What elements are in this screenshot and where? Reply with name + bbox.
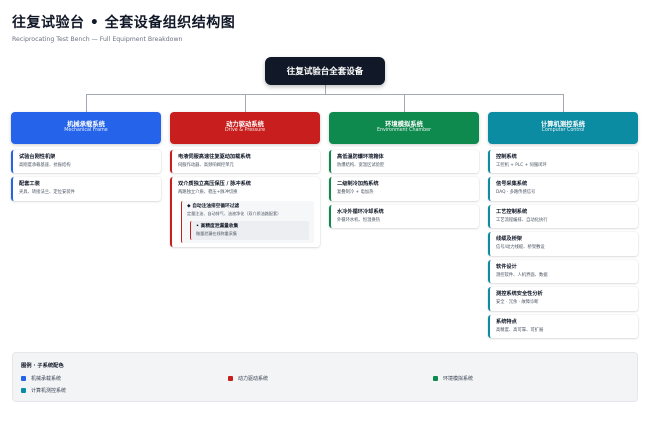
header-power-en: Drive & Pressure xyxy=(224,128,266,134)
column-computer: 控制系统 工控机 + PLC + 伺服闭环 信号采集系统 DAQ · 多路传感信… xyxy=(488,150,638,342)
column-mechanical: 试验台刚性机架 高刚度承载基座、抗振结构 配套工装 夹具、转接法兰、定位安装件 xyxy=(11,150,161,205)
card-signal-acquisition: 信号采集系统 DAQ · 多路传感信号 xyxy=(488,177,638,201)
card-desc: 信号/动力线缆、桥架敷设 xyxy=(496,245,545,251)
card-desc: 复叠制冷 + 电加热 xyxy=(337,190,374,196)
card-title: 软件设计 xyxy=(496,263,517,270)
card-cables: 线缆及桥架 信号/动力线缆、桥架敷设 xyxy=(488,232,638,256)
card-water-cooling: 水冷外循环冷却系统 外循环水机、恒温换热 xyxy=(329,204,479,229)
legend-label: 机械承载系统 xyxy=(31,376,62,382)
card-title: 工艺控制系统 xyxy=(496,208,528,215)
card-desc: 伺服作动器、高频响阀控单元 xyxy=(178,163,234,169)
card-features: 系统特点 高精度、高可靠、可扩展 xyxy=(488,314,638,339)
card-title: 信号采集系统 xyxy=(496,181,528,188)
branch-mechanical xyxy=(86,94,87,112)
header-mechanical-en: Mechanical Frame xyxy=(64,128,108,134)
card-title: 二级制冷加热系统 xyxy=(337,181,379,188)
legend-label: 动力驱动系统 xyxy=(238,376,269,382)
legend-label: 环境模拟系统 xyxy=(443,376,474,382)
card-desc: 工控机 + PLC + 伺服闭环 xyxy=(496,163,547,169)
card-software: 软件设计 测控软件、人机界面、数据 xyxy=(488,259,638,284)
card-title: 高低温防爆环境箱体 xyxy=(337,154,384,160)
legend: 图例 · 子系统配色 机械承载系统 动力驱动系统 环境模拟系统 计算机测控系统 xyxy=(12,352,638,402)
header-power: 动力驱动系统 Drive & Pressure xyxy=(170,112,320,144)
legend-swatch xyxy=(21,388,26,393)
root-node: 往复试验台全套设备 xyxy=(265,57,385,85)
card-desc: 防爆结构、宽温区试验腔 xyxy=(337,163,385,169)
subcard-leak-collection: • 高精度泄漏量收集 微量泄漏在线称重采集 xyxy=(190,220,309,241)
column-environment: 高低温防爆环境箱体 防爆结构、宽温区试验腔 二级制冷加热系统 复叠制冷 + 电加… xyxy=(329,150,479,232)
header-environment-en: Environment Chamber xyxy=(376,128,432,134)
card-desc: 高精度、高可靠、可扩展 xyxy=(496,327,544,333)
card-title: 配套工装 xyxy=(19,181,40,188)
subcard-auto-oil: ◆ 自动注油排空循环过滤 定量注油、自动排气、油液净化（双介质油路配套） • 高… xyxy=(181,200,314,244)
card-desc: 高刚度承载基座、抗振结构 xyxy=(19,163,71,169)
card-fixtures: 配套工装 夹具、转接法兰、定位安装件 xyxy=(11,177,161,201)
header-environment: 环境模拟系统 Environment Chamber xyxy=(329,112,479,144)
header-mechanical: 机械承载系统 Mechanical Frame xyxy=(11,112,161,144)
card-title: 控制系统 xyxy=(496,154,517,160)
legend-item-mechanical: 机械承载系统 xyxy=(21,375,61,382)
card-desc: DAQ · 多路传感信号 xyxy=(496,190,536,196)
card-safety-analysis: 测控系统安全性分析 安全 · 冗余 · 故障诊断 xyxy=(488,287,638,311)
card-rigid-frame: 试验台刚性机架 高刚度承载基座、抗振结构 xyxy=(11,150,161,174)
card-servo-drive: 电液伺服高速往复驱动加载系统 伺服作动器、高频响阀控单元 xyxy=(170,150,320,174)
legend-title: 图例 · 子系统配色 xyxy=(21,363,64,369)
page-subtitle: Reciprocating Test Bench — Full Equipmen… xyxy=(12,36,183,43)
legend-item-power: 动力驱动系统 xyxy=(228,375,268,382)
header-computer: 计算机测控系统 Computer Control xyxy=(488,112,638,144)
branch-bus xyxy=(86,94,563,95)
header-computer-en: Computer Control xyxy=(541,128,585,134)
card-title: 水冷外循环冷却系统 xyxy=(337,208,384,215)
branch-computer xyxy=(563,94,564,112)
card-control-system: 控制系统 工控机 + PLC + 伺服闭环 xyxy=(488,150,638,174)
card-desc: 两路独立介质、稳压+脉冲切换 xyxy=(178,190,238,196)
card-desc: 夹具、转接法兰、定位安装件 xyxy=(19,190,75,196)
legend-swatch xyxy=(21,376,26,381)
card-desc: 测控软件、人机界面、数据 xyxy=(496,272,548,278)
branch-environment xyxy=(404,94,405,112)
page-title: 往复试验台 • 全套设备组织结构图 xyxy=(12,15,236,31)
legend-item-environment: 环境模拟系统 xyxy=(433,375,473,382)
subcard-desc: 微量泄漏在线称重采集 xyxy=(196,231,237,237)
root-connector xyxy=(324,85,326,94)
card-chamber: 高低温防爆环境箱体 防爆结构、宽温区试验腔 xyxy=(329,150,479,174)
legend-item-computer: 计算机测控系统 xyxy=(21,387,66,394)
subcard-title: • 高精度泄漏量收集 xyxy=(196,223,239,229)
column-power: 电液伺服高速往复驱动加载系统 伺服作动器、高频响阀控单元 双介质独立高压保压 /… xyxy=(170,150,320,251)
card-title: 双介质独立高压保压 / 脉冲系统 xyxy=(178,181,251,188)
card-title: 系统特点 xyxy=(496,318,517,325)
card-refrigeration: 二级制冷加热系统 复叠制冷 + 电加热 xyxy=(329,177,479,201)
card-title: 测控系统安全性分析 xyxy=(496,291,543,298)
card-desc: 外循环水机、恒温换热 xyxy=(337,217,380,223)
card-title: 试验台刚性机架 xyxy=(19,154,56,160)
branch-power xyxy=(245,94,246,112)
card-title: 线缆及桥架 xyxy=(496,236,522,243)
legend-label: 计算机测控系统 xyxy=(31,388,67,394)
card-process-control: 工艺控制系统 工艺流程编排、自动化执行 xyxy=(488,204,638,229)
legend-swatch xyxy=(433,376,438,381)
subcard-desc: 定量注油、自动排气、油液净化（双介质油路配套） xyxy=(187,211,282,217)
subcard-title: ◆ 自动注油排空循环过滤 xyxy=(187,203,240,209)
card-dual-pressure: 双介质独立高压保压 / 脉冲系统 两路独立介质、稳压+脉冲切换 ◆ 自动注油排空… xyxy=(170,177,320,248)
card-title: 电液伺服高速往复驱动加载系统 xyxy=(178,154,251,160)
legend-swatch xyxy=(228,376,233,381)
card-desc: 工艺流程编排、自动化执行 xyxy=(496,217,548,223)
card-desc: 安全 · 冗余 · 故障诊断 xyxy=(496,300,539,306)
